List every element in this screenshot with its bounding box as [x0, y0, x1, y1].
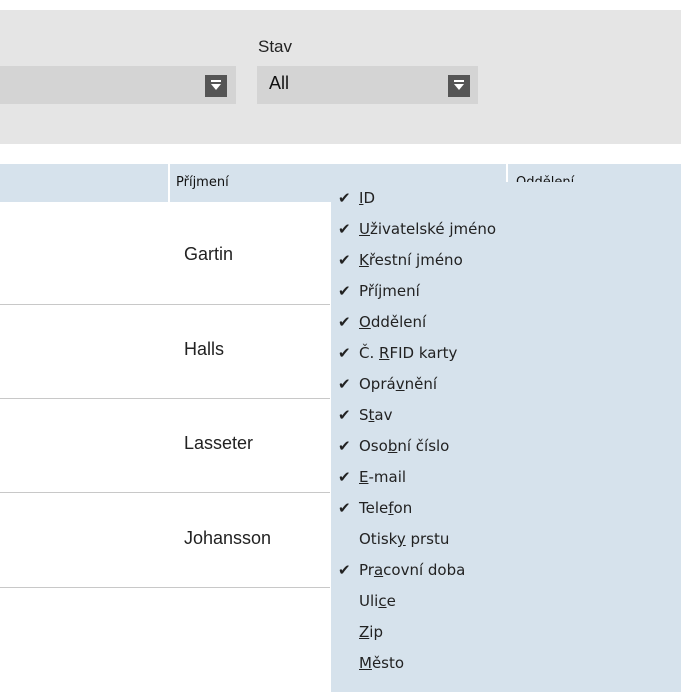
status-select-value: All: [269, 73, 290, 93]
chevron-down-icon[interactable]: [448, 75, 470, 97]
menu-item[interactable]: ✔ Oddělení: [338, 307, 426, 337]
checkmark-icon: ✔: [338, 375, 351, 393]
menu-item[interactable]: ✔ Uživatelské jméno: [338, 214, 496, 244]
menu-item[interactable]: ✔ Osobní číslo: [338, 431, 449, 461]
checkmark-icon: ✔: [338, 499, 351, 517]
menu-item-label: Město: [359, 654, 405, 672]
checkmark-icon: ✔: [338, 282, 351, 300]
row-divider: [0, 492, 330, 493]
menu-item[interactable]: ✔ Stav: [338, 400, 393, 430]
menu-item[interactable]: ✔ ID: [338, 183, 375, 213]
menu-item-label: ID: [359, 189, 375, 207]
column-chooser-menu: ✔ ID ✔ Uživatelské jméno ✔ Křestní jméno ✔ Příj…: [331, 182, 681, 692]
checkmark-icon: ✔: [338, 437, 351, 455]
menu-item[interactable]: Ulice: [338, 586, 396, 616]
status-select[interactable]: All: [257, 66, 478, 104]
row-divider: [0, 398, 330, 399]
menu-item-label: Zip: [359, 623, 383, 641]
table-cell-surname[interactable]: Lasseter: [184, 433, 253, 454]
menu-item-label: Stav: [359, 406, 393, 424]
row-divider: [0, 304, 330, 305]
menu-item-label: Příjmení: [359, 282, 420, 300]
checkmark-icon: ✔: [338, 220, 351, 238]
checkmark-icon: ✔: [338, 468, 351, 486]
row-divider: [0, 587, 330, 588]
menu-item-label: Oprávnění: [359, 375, 437, 393]
menu-item[interactable]: ✔ Křestní jméno: [338, 245, 463, 275]
menu-item-label: Oddělení: [359, 313, 427, 331]
menu-item-label: Pracovní doba: [359, 561, 466, 579]
checkmark-icon: ✔: [338, 251, 351, 269]
column-header-label: Příjmení: [176, 175, 229, 190]
table-cell-surname[interactable]: Halls: [184, 339, 224, 360]
checkmark-icon: ✔: [338, 344, 351, 362]
column-header[interactable]: [0, 164, 168, 202]
menu-item[interactable]: ✔ Příjmení: [338, 276, 420, 306]
menu-item[interactable]: ✔ Pracovní doba: [338, 555, 465, 585]
chevron-down-icon[interactable]: [205, 75, 227, 97]
menu-item-label: Otisky prstu: [359, 530, 450, 548]
status-filter-label: Stav: [258, 37, 293, 56]
menu-item[interactable]: ✔ E-mail: [338, 462, 406, 492]
menu-item-label: Telefon: [359, 499, 413, 517]
table-cell-surname[interactable]: Gartin: [184, 244, 233, 265]
menu-item[interactable]: ✔ Telefon: [338, 493, 412, 523]
menu-item-label: Křestní jméno: [359, 251, 463, 269]
menu-item-label: E-mail: [359, 468, 407, 486]
checkmark-icon: ✔: [338, 313, 351, 331]
checkmark-icon: ✔: [338, 561, 351, 579]
menu-item-label: Č. RFID karty: [359, 344, 458, 362]
table-cell-surname[interactable]: Johansson: [184, 528, 271, 549]
menu-item-label: Ulice: [359, 592, 396, 610]
menu-item-label: Uživatelské jméno: [359, 220, 497, 238]
menu-item[interactable]: Zip: [338, 617, 383, 647]
menu-item[interactable]: ✔ Oprávnění: [338, 369, 437, 399]
menu-item[interactable]: Město: [338, 648, 404, 678]
menu-item[interactable]: Otisky prstu: [338, 524, 449, 554]
checkmark-icon: ✔: [338, 189, 351, 207]
menu-item-label: Osobní číslo: [359, 437, 450, 455]
filter-bar: Stav All: [0, 10, 681, 144]
checkmark-icon: ✔: [338, 406, 351, 424]
filter-select[interactable]: [0, 66, 236, 104]
menu-item[interactable]: ✔ Č. RFID karty: [338, 338, 457, 368]
